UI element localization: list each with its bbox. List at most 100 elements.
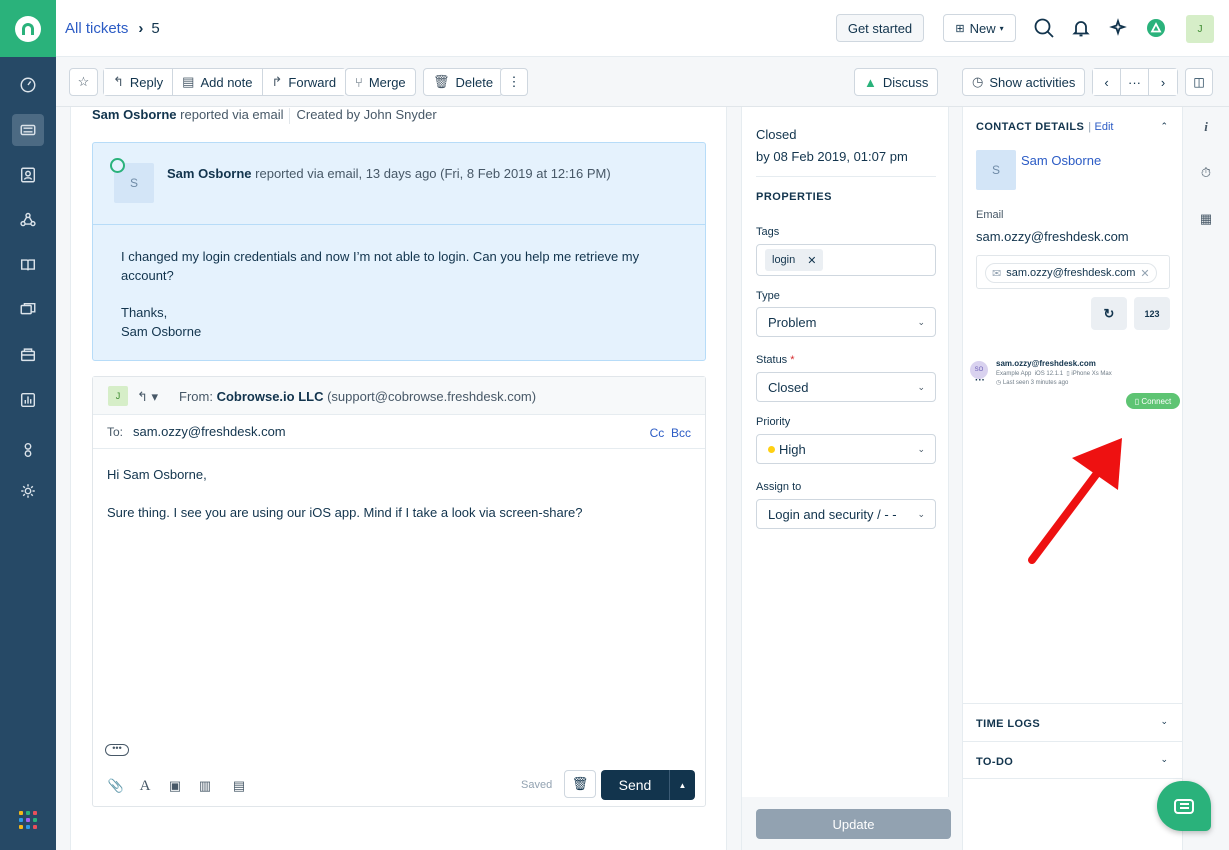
time-logs-section[interactable]: TIME LOGS ⌄ bbox=[963, 703, 1182, 741]
reports-icon[interactable] bbox=[12, 384, 44, 416]
integrations-icon[interactable] bbox=[12, 434, 44, 466]
cobrowse-email-input[interactable]: ✉ sam.ozzy@freshdesk.com ✕ bbox=[976, 255, 1170, 289]
help-chat-button[interactable] bbox=[1157, 781, 1211, 831]
previous-ticket-button[interactable]: ‹ bbox=[1093, 69, 1121, 95]
todo-section[interactable]: TO-DO ⌄ bbox=[963, 741, 1182, 779]
freshdesk-logo[interactable] bbox=[0, 0, 56, 57]
chevron-down-icon: ⌄ bbox=[1160, 754, 1168, 764]
cc-link[interactable]: Cc bbox=[650, 426, 665, 440]
session-code-button[interactable]: 123 bbox=[1134, 297, 1170, 330]
reply-body-editor[interactable]: Hi Sam Osborne, Sure thing. I see you ar… bbox=[107, 465, 667, 522]
device-details: Example App iOS 12.1.1 ▯ iPhone Xs Max bbox=[996, 371, 1112, 377]
delete-button[interactable]: 🗑 Delete bbox=[423, 68, 504, 96]
status-select[interactable]: Closed ⌄ bbox=[756, 372, 936, 402]
chevron-down-icon: ⌄ bbox=[1160, 716, 1168, 726]
template-icon[interactable]: ▤ bbox=[230, 777, 248, 795]
todo-title: TO-DO bbox=[976, 756, 1014, 768]
canned-response-icon[interactable]: ▣ bbox=[166, 777, 184, 795]
merge-icon: ⑂ bbox=[355, 74, 363, 90]
all-tickets-link[interactable]: All tickets bbox=[65, 20, 128, 37]
reporter-name[interactable]: Sam Osborne bbox=[92, 107, 177, 122]
tags-label: Tags bbox=[756, 226, 780, 238]
message-header: S Sam Osborne reported via email, 13 day… bbox=[93, 143, 705, 225]
forums-icon[interactable] bbox=[12, 294, 44, 326]
chevron-down-icon: ⌄ bbox=[917, 382, 925, 392]
pager-group: ‹ ··· › bbox=[1092, 68, 1178, 96]
tickets-icon[interactable] bbox=[12, 114, 44, 146]
device-more-icon[interactable]: ··· bbox=[975, 375, 985, 386]
refresh-button[interactable]: ↻ bbox=[1091, 297, 1127, 330]
show-quoted-text-icon[interactable]: ••• bbox=[105, 744, 129, 756]
new-dropdown-button[interactable]: ⊞ New ▾ bbox=[943, 14, 1016, 42]
breadcrumb: All tickets › 5 bbox=[65, 20, 160, 37]
contacts-icon[interactable] bbox=[12, 159, 44, 191]
priority-label: Priority bbox=[756, 416, 791, 428]
status-date: by 08 Feb 2019, 01:07 pm bbox=[756, 149, 908, 164]
device-app: Example App bbox=[996, 371, 1032, 377]
reply-button[interactable]: ↰ Reply bbox=[104, 69, 174, 95]
star-button[interactable]: ☆ bbox=[69, 68, 98, 96]
remove-email-icon[interactable]: ✕ bbox=[1140, 267, 1149, 280]
show-activities-button[interactable]: ◷ Show activities bbox=[962, 68, 1086, 96]
history-icon: ◷ bbox=[972, 74, 984, 89]
type-select[interactable]: Problem ⌄ bbox=[756, 307, 936, 337]
email-label: Email bbox=[976, 209, 1004, 221]
get-started-button[interactable]: Get started bbox=[836, 14, 924, 42]
properties-panel: Closed by 08 Feb 2019, 01:07 pm PROPERTI… bbox=[741, 107, 949, 797]
note-icon: ▤ bbox=[182, 74, 195, 89]
conversation-pane: Sam Osborne reported via email Created by… bbox=[70, 107, 727, 850]
knowledge-base-icon[interactable]: ▥ bbox=[196, 777, 214, 795]
dashboard-icon[interactable] bbox=[12, 69, 44, 101]
contact-details-heading: CONTACT DETAILS | Edit bbox=[976, 121, 1114, 133]
next-ticket-button[interactable]: › bbox=[1149, 69, 1177, 95]
admin-settings-icon[interactable] bbox=[12, 475, 44, 507]
message-author[interactable]: Sam Osborne bbox=[167, 166, 252, 181]
contact-details-title: CONTACT DETAILS bbox=[976, 121, 1085, 133]
discuss-button[interactable]: ▲ Discuss bbox=[854, 68, 939, 96]
more-actions-button[interactable]: ⋮ bbox=[500, 68, 528, 96]
chevron-down-icon: ⌄ bbox=[917, 509, 925, 519]
assign-select[interactable]: Login and security / - - ⌄ bbox=[756, 499, 936, 529]
timer-icon[interactable]: ⏱ bbox=[1198, 165, 1214, 181]
pager-more-button[interactable]: ··· bbox=[1121, 69, 1149, 95]
send-button[interactable]: Send bbox=[601, 770, 670, 800]
remove-tag-icon[interactable]: ✕ bbox=[807, 254, 816, 267]
message-signature: Sam Osborne bbox=[121, 324, 202, 339]
chevron-right-icon: › bbox=[1160, 74, 1166, 90]
add-note-button[interactable]: ▤ Add note bbox=[173, 69, 263, 95]
solutions-book-icon[interactable] bbox=[12, 249, 44, 281]
edit-contact-link[interactable]: Edit bbox=[1095, 121, 1114, 133]
satisfaction-smiley-icon bbox=[110, 158, 125, 173]
social-icon[interactable] bbox=[12, 339, 44, 371]
attachment-icon[interactable]: 📎 bbox=[107, 777, 125, 795]
reply-editor: J ↰ ▾ From: Cobrowse.io LLC (support@cob… bbox=[92, 376, 706, 807]
search-icon[interactable] bbox=[1033, 17, 1055, 39]
groups-icon[interactable] bbox=[12, 204, 44, 236]
status-label: Status * bbox=[756, 354, 795, 366]
status-label-text: Status bbox=[756, 354, 788, 366]
merge-button[interactable]: ⑂ Merge bbox=[345, 68, 416, 96]
send-options-caret-icon[interactable]: ▲ bbox=[670, 770, 695, 800]
text-format-icon[interactable]: A bbox=[136, 777, 154, 795]
to-field[interactable]: sam.ozzy@freshdesk.com bbox=[133, 424, 286, 439]
collapse-chevron-icon[interactable]: ⌃ bbox=[1160, 121, 1168, 132]
update-button[interactable]: Update bbox=[756, 809, 951, 839]
toggle-sidebar-button[interactable]: ◫ bbox=[1185, 68, 1213, 96]
contact-name-link[interactable]: Sam Osborne bbox=[1021, 153, 1101, 168]
freshconnect-icon[interactable] bbox=[1145, 17, 1167, 39]
bcc-link[interactable]: Bcc bbox=[671, 426, 691, 440]
reply-type-dropdown-icon[interactable]: ↰ ▾ bbox=[137, 389, 158, 405]
notifications-bell-icon[interactable] bbox=[1070, 17, 1092, 39]
priority-select[interactable]: High ⌄ bbox=[756, 434, 936, 464]
properties-heading: PROPERTIES bbox=[756, 191, 832, 203]
apps-grid-icon[interactable] bbox=[19, 811, 37, 829]
from-field[interactable]: From: Cobrowse.io LLC (support@cobrowse.… bbox=[179, 389, 536, 404]
apps-sparkle-icon[interactable] bbox=[1107, 17, 1129, 39]
tags-input[interactable]: login ✕ bbox=[756, 244, 936, 276]
connect-button[interactable]: ▯ Connect bbox=[1126, 393, 1180, 409]
discard-draft-button[interactable]: 🗑 bbox=[564, 770, 596, 798]
forward-button[interactable]: ↱ Forward bbox=[262, 69, 346, 95]
user-avatar[interactable]: J bbox=[1186, 15, 1214, 43]
calendar-icon[interactable]: ▦ bbox=[1198, 211, 1214, 227]
info-icon[interactable]: i bbox=[1198, 119, 1214, 135]
